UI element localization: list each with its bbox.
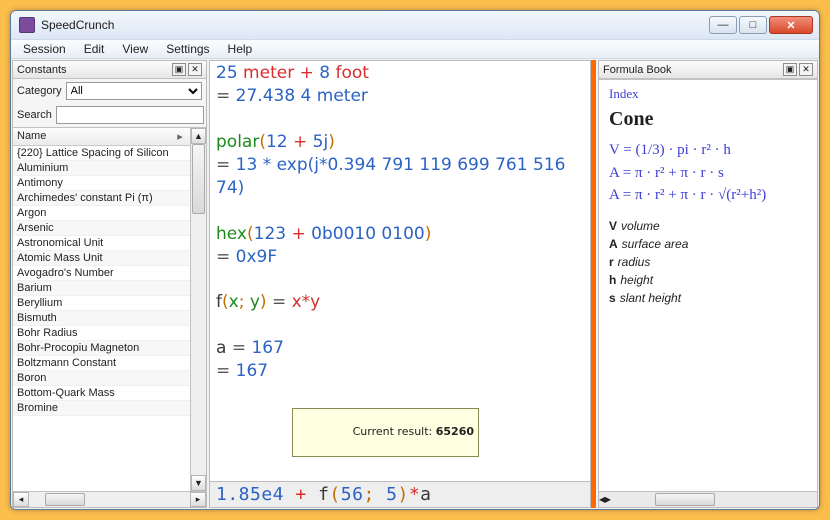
list-item[interactable]: Astronomical Unit [13,236,190,251]
scrollbar-vertical[interactable]: ▲ ▼ [190,128,206,491]
scroll-right-icon[interactable]: ▸ [605,492,611,507]
scroll-right-icon[interactable]: ▸ [190,492,206,507]
list-item[interactable]: Argon [13,206,190,221]
category-label: Category [17,85,62,97]
list-item[interactable]: Barium [13,281,190,296]
maximize-button[interactable]: □ [739,16,767,34]
list-header-name[interactable]: Name [17,130,174,143]
sort-icon[interactable]: ▸ [174,130,186,143]
list-item[interactable]: Bottom-Quark Mass [13,386,190,401]
list-item[interactable]: Avogadro's Number [13,266,190,281]
list-header[interactable]: Name ▸ [13,128,190,146]
formula-title: Formula Book ▣ ✕ [599,61,817,79]
constants-title-label: Constants [17,64,67,76]
scroll-thumb[interactable] [192,144,205,214]
undock-icon[interactable]: ▣ [783,63,797,76]
scroll-thumb-h[interactable] [655,493,715,506]
list-item[interactable]: Beryllium [13,296,190,311]
close-panel-icon[interactable]: ✕ [799,63,813,76]
list-item[interactable]: Bromine [13,401,190,416]
list-item[interactable]: Archimedes' constant Pi (π) [13,191,190,206]
scrollbar-horizontal[interactable]: ◂ ▸ [599,491,817,507]
list-item[interactable]: Arsenic [13,221,190,236]
edit-marker [591,60,596,508]
page-title: Cone [609,108,807,131]
app-window: SpeedCrunch ― □ ✕ Session Edit View Sett… [10,10,820,510]
minimize-button[interactable]: ― [709,16,737,34]
breadcrumb-index[interactable]: Index [609,86,807,102]
list-item[interactable]: Bismuth [13,311,190,326]
scroll-down-icon[interactable]: ▼ [191,475,206,491]
menubar: Session Edit View Settings Help [11,39,819,59]
search-label: Search [17,109,52,121]
formula-title-label: Formula Book [603,64,671,76]
list-item[interactable]: Aluminium [13,161,190,176]
scroll-up-icon[interactable]: ▲ [191,128,206,144]
constants-title: Constants ▣ ✕ [13,61,206,79]
close-button[interactable]: ✕ [769,16,813,34]
list-item[interactable]: Antimony [13,176,190,191]
scrollbar-horizontal[interactable]: ◂ ▸ [13,491,206,507]
scroll-left-icon[interactable]: ◂ [13,492,29,507]
menu-view[interactable]: View [114,40,156,58]
list-item[interactable]: Atomic Mass Unit [13,251,190,266]
menu-edit[interactable]: Edit [76,40,113,58]
titlebar[interactable]: SpeedCrunch ― □ ✕ [11,11,819,39]
history-view[interactable]: 25 meter + 8 foot = 27.438 4 meter polar… [209,60,591,481]
legend: Vvolume Asurface area rradius hheight ss… [609,217,807,307]
constants-list[interactable]: Name ▸ {220} Lattice Spacing of SiliconA… [13,128,190,491]
hist-token: 25 [216,63,238,83]
close-panel-icon[interactable]: ✕ [188,63,202,76]
formula-content[interactable]: Index Cone V = (1/3) · pi · r² · h A = π… [599,79,817,491]
list-item[interactable]: Boron [13,371,190,386]
menu-help[interactable]: Help [220,40,261,58]
list-item[interactable]: Bohr Radius [13,326,190,341]
undock-icon[interactable]: ▣ [172,63,186,76]
formula-block: V = (1/3) · pi · r² · h A = π · r² + π ·… [609,139,807,207]
list-item[interactable]: Boltzmann Constant [13,356,190,371]
center-area: 25 meter + 8 foot = 27.438 4 meter polar… [209,60,596,508]
constants-panel: Constants ▣ ✕ Category All Search Name [12,60,207,508]
search-input[interactable] [56,106,204,124]
menu-settings[interactable]: Settings [158,40,217,58]
window-title: SpeedCrunch [41,18,709,32]
current-result-tip: Current result: 65260 [292,408,479,457]
list-item[interactable]: {220} Lattice Spacing of Silicon [13,146,190,161]
formula-panel: Formula Book ▣ ✕ Index Cone V = (1/3) · … [598,60,818,508]
category-select[interactable]: All [66,82,202,100]
menu-session[interactable]: Session [15,40,74,58]
expression-input[interactable]: 1.85e4 + f(56; 5)*a [209,481,591,508]
scroll-thumb-h[interactable] [45,493,85,506]
app-icon [19,17,35,33]
client-area: Constants ▣ ✕ Category All Search Name [11,59,819,509]
list-item[interactable]: Bohr-Procopiu Magneton [13,341,190,356]
